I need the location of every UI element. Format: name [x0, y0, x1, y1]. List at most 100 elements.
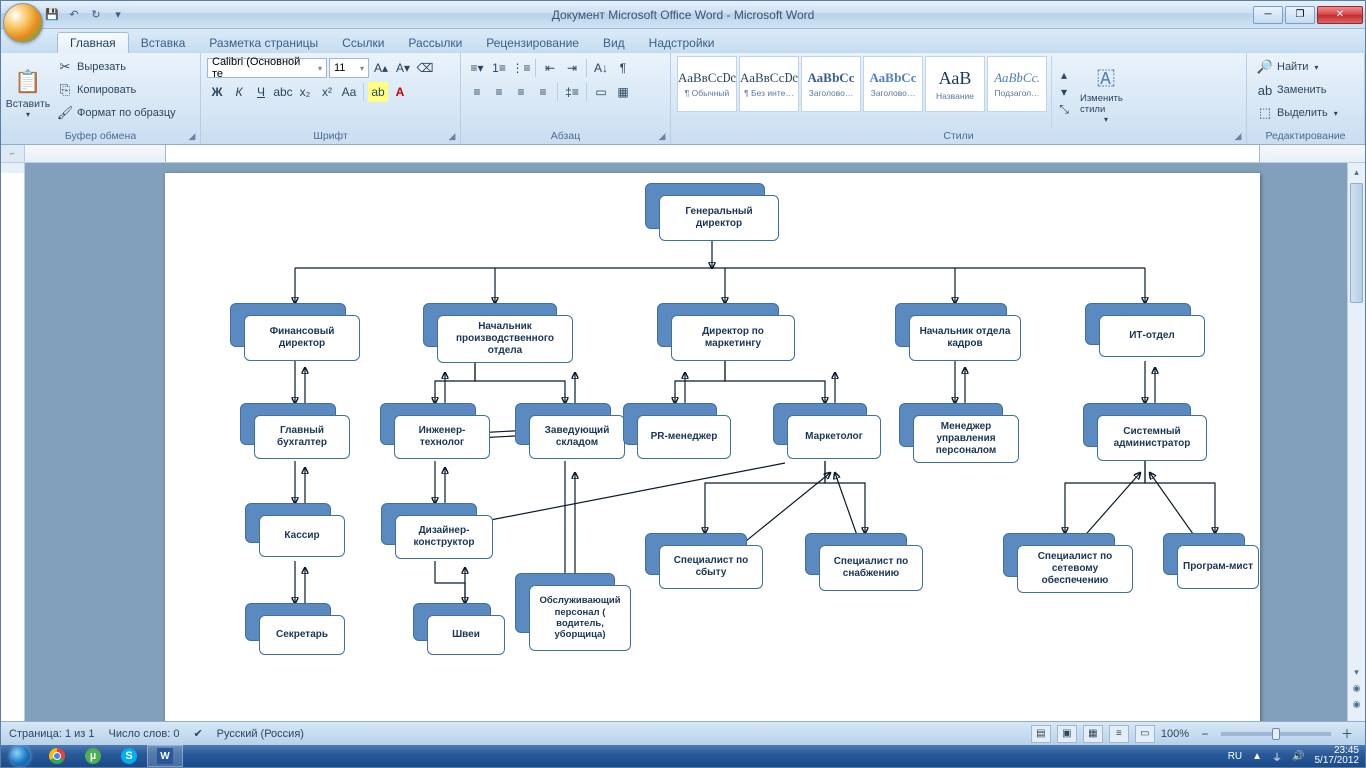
- tray-lang[interactable]: RU: [1228, 751, 1242, 762]
- zoom-slider[interactable]: [1221, 732, 1331, 736]
- org-node-designer[interactable]: Дизайнер-конструктор: [381, 503, 493, 559]
- undo-icon[interactable]: ↶: [65, 6, 83, 24]
- taskbar-utorrent[interactable]: µ: [75, 745, 111, 767]
- minimize-button[interactable]: ─: [1253, 6, 1283, 24]
- taskbar-chrome[interactable]: [39, 745, 75, 767]
- tab-view[interactable]: Вид: [591, 33, 637, 53]
- org-node-marketer[interactable]: Маркетолог: [773, 403, 881, 459]
- view-web-button[interactable]: ▦: [1083, 725, 1103, 743]
- start-button[interactable]: [1, 745, 39, 767]
- font-family-combo[interactable]: Calibri (Основной те▾: [207, 58, 327, 78]
- subscript-button[interactable]: x₂: [295, 82, 315, 102]
- maximize-button[interactable]: ❐: [1285, 6, 1315, 24]
- close-button[interactable]: ✕: [1317, 6, 1363, 24]
- tab-insert[interactable]: Вставка: [129, 33, 198, 53]
- org-node-hr[interactable]: Начальник отдела кадров: [895, 303, 1021, 361]
- italic-button[interactable]: К: [229, 82, 249, 102]
- underline-button[interactable]: Ч: [251, 82, 271, 102]
- tray-volume-icon[interactable]: 🔊: [1292, 751, 1304, 762]
- horizontal-ruler[interactable]: ⌐: [1, 145, 1365, 163]
- style-h1[interactable]: АаВbСсЗаголово…: [801, 56, 861, 112]
- clear-format-button[interactable]: ⌫: [415, 58, 435, 78]
- redo-icon[interactable]: ↻: [87, 6, 105, 24]
- scroll-up-button[interactable]: ▴: [1348, 163, 1365, 181]
- org-node-eng[interactable]: Инженер-технолог: [380, 403, 490, 459]
- multilevel-button[interactable]: ⋮≡: [511, 58, 531, 78]
- tab-addins[interactable]: Надстройки: [637, 33, 727, 53]
- font-size-combo[interactable]: 11▾: [329, 58, 369, 78]
- style-h2[interactable]: АаВbСсЗаголово…: [863, 56, 923, 112]
- paste-button[interactable]: 📋 Вставить ▾: [7, 56, 49, 128]
- zoom-value[interactable]: 100%: [1161, 728, 1189, 740]
- document-scroll[interactable]: Генеральный директор Финансовый директор…: [25, 163, 1347, 721]
- highlight-button[interactable]: ab: [368, 82, 388, 102]
- status-proofing-icon[interactable]: ✔: [193, 727, 202, 740]
- status-lang[interactable]: Русский (Россия): [217, 728, 304, 740]
- vertical-scrollbar[interactable]: ▴ ▾ ◉ ◉: [1347, 163, 1365, 721]
- find-button[interactable]: 🔎Найти▾: [1253, 56, 1342, 78]
- bold-button[interactable]: Ж: [207, 82, 227, 102]
- show-marks-button[interactable]: ¶: [613, 58, 633, 78]
- office-button[interactable]: [3, 3, 43, 43]
- view-print-button[interactable]: ▤: [1031, 725, 1051, 743]
- view-draft-button[interactable]: ▭: [1135, 725, 1155, 743]
- replace-button[interactable]: abЗаменить: [1253, 79, 1342, 101]
- indent-button[interactable]: ⇥: [562, 58, 582, 78]
- style-title[interactable]: АаВНазвание: [925, 56, 985, 112]
- bullets-button[interactable]: ≡▾: [467, 58, 487, 78]
- grow-font-button[interactable]: A▴: [371, 58, 391, 78]
- scroll-thumb[interactable]: [1350, 183, 1363, 303]
- status-words[interactable]: Число слов: 0: [109, 728, 180, 740]
- style-nospacing[interactable]: АаВвСсDc¶ Без инте…: [739, 56, 799, 112]
- view-read-button[interactable]: ▣: [1057, 725, 1077, 743]
- org-node-service[interactable]: Обслуживающий персонал ( водитель, уборщ…: [515, 573, 631, 651]
- org-node-it[interactable]: ИТ-отдел: [1085, 303, 1205, 359]
- tab-references[interactable]: Ссылки: [330, 33, 396, 53]
- org-node-supply[interactable]: Специалист по снабжению: [805, 533, 923, 591]
- align-center-button[interactable]: ≡: [489, 82, 509, 102]
- borders-button[interactable]: ▦: [613, 82, 633, 102]
- style-expand-button[interactable]: ⤡: [1054, 101, 1074, 117]
- qat-customize-icon[interactable]: ▾: [109, 6, 127, 24]
- style-gallery[interactable]: АаВвСсDc¶ Обычный АаВвСсDc¶ Без инте… Аа…: [677, 56, 1047, 128]
- tab-review[interactable]: Рецензирование: [474, 33, 591, 53]
- line-spacing-button[interactable]: ‡≡: [562, 82, 582, 102]
- org-node-cashier[interactable]: Кассир: [245, 503, 345, 557]
- tab-layout[interactable]: Разметка страницы: [197, 33, 330, 53]
- zoom-out-button[interactable]: −: [1195, 724, 1215, 744]
- tab-home[interactable]: Главная: [57, 32, 129, 53]
- org-node-prod[interactable]: Начальник производственного отдела: [423, 303, 573, 363]
- taskbar-word[interactable]: W: [147, 745, 183, 767]
- change-styles-button[interactable]: 🇦 Изменить стили ▾: [1078, 56, 1134, 128]
- org-node-root[interactable]: Генеральный директор: [645, 183, 779, 241]
- tab-mailings[interactable]: Рассылки: [396, 33, 474, 53]
- style-row-up-button[interactable]: ▴: [1054, 67, 1074, 83]
- next-page-button[interactable]: ◉: [1348, 695, 1365, 713]
- org-node-sewers[interactable]: Швеи: [413, 603, 505, 655]
- status-page[interactable]: Страница: 1 из 1: [9, 728, 95, 740]
- tray-clock[interactable]: 23:45 5/17/2012: [1315, 746, 1360, 766]
- superscript-button[interactable]: x²: [317, 82, 337, 102]
- save-icon[interactable]: 💾: [43, 6, 61, 24]
- style-subtitle[interactable]: АаВbСс.Подзагол…: [987, 56, 1047, 112]
- shrink-font-button[interactable]: A▾: [393, 58, 413, 78]
- font-launcher-icon[interactable]: ◢: [446, 130, 458, 142]
- tray-flag-icon[interactable]: ▲: [1252, 751, 1262, 762]
- org-node-sysadmin[interactable]: Системный администратор: [1083, 403, 1207, 461]
- numbering-button[interactable]: 1≡: [489, 58, 509, 78]
- org-node-hrmgr[interactable]: Менеджер управления персоналом: [899, 403, 1019, 463]
- org-node-secretary[interactable]: Секретарь: [245, 603, 345, 655]
- font-color-button[interactable]: A: [390, 82, 410, 102]
- org-node-pr[interactable]: PR-менеджер: [623, 403, 731, 459]
- org-node-programmer[interactable]: Програм-мист: [1163, 533, 1259, 589]
- align-left-button[interactable]: ≡: [467, 82, 487, 102]
- clipboard-launcher-icon[interactable]: ◢: [186, 130, 198, 142]
- tray-network-icon[interactable]: ⏚: [1272, 749, 1282, 764]
- org-node-network[interactable]: Специалист по сетевому обеспечению: [1003, 533, 1133, 593]
- align-right-button[interactable]: ≡: [511, 82, 531, 102]
- shading-button[interactable]: ▭: [591, 82, 611, 102]
- taskbar-skype[interactable]: S: [111, 745, 147, 767]
- page[interactable]: Генеральный директор Финансовый директор…: [165, 173, 1260, 721]
- cut-button[interactable]: ✂Вырезать: [53, 56, 180, 78]
- format-painter-button[interactable]: 🖌Формат по образцу: [53, 102, 180, 124]
